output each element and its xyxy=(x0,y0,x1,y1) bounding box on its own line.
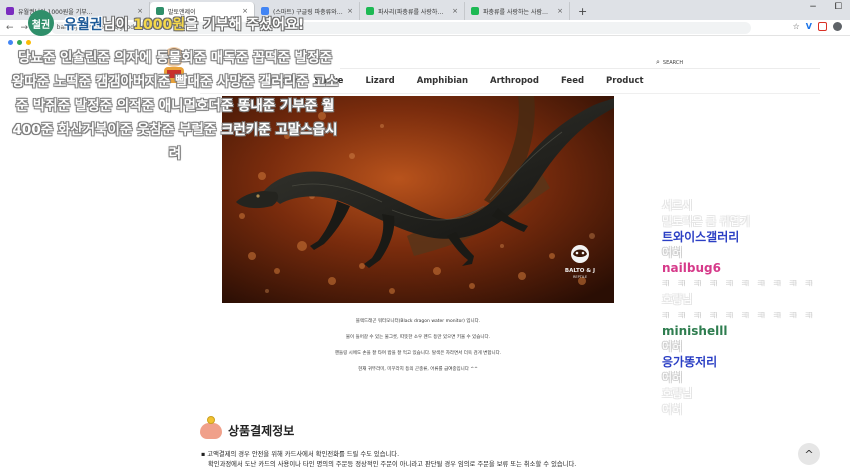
site-search[interactable]: ⌕ SEARCH xyxy=(656,58,683,67)
chat-message: 어허 xyxy=(662,371,683,384)
chat-message: 어허 xyxy=(662,403,683,416)
chat-username: minishelll xyxy=(662,324,728,338)
bookmark-dot-icon[interactable] xyxy=(26,39,31,45)
donation-text-post: 을 기부해 주셨어요! xyxy=(185,17,305,33)
nav-item-feed[interactable]: Feed xyxy=(561,76,584,86)
nav-item-arthropod[interactable]: Arthropod xyxy=(490,76,539,86)
logo-subtext: REPTILE xyxy=(573,275,587,279)
extension-red-icon[interactable] xyxy=(818,22,827,31)
chat-message: 호랑님 xyxy=(662,293,693,306)
product-description: 블랙드래곤 워터모니터(Black dragon water monitor) … xyxy=(222,318,614,382)
chat-username: 응가똥저리 xyxy=(662,355,718,369)
header-divider xyxy=(340,68,820,69)
extension-v-icon[interactable]: V xyxy=(806,22,812,31)
tab-favicon-icon xyxy=(6,7,14,15)
description-line: 현재 귀뚜라미, 미꾸라지 등의 곤충류, 어류를 급여중입니다 ^^ xyxy=(358,367,478,372)
payment-line: 고액결제의 경우 안전을 위해 카드사에서 확인전화를 드릴 수도 있습니다. xyxy=(207,451,400,458)
nav-item-product[interactable]: Product xyxy=(606,76,644,86)
payment-info-heading: 상품결제정보 xyxy=(200,415,295,439)
chat-username: 트와이스갤러리 xyxy=(662,230,740,244)
bookmark-dot-icon[interactable] xyxy=(17,39,22,45)
coin-icon xyxy=(207,415,215,424)
chat-username: nailbug6 xyxy=(662,261,721,275)
chat-message: ㅋ ㅋ ㅋ ㅋ ㅋ ㅋ ㅋ ㅋ ㅋ ㅋ xyxy=(662,279,816,288)
donation-badge: 철권 xyxy=(28,10,54,36)
screen: 유월권님이 1000원을 기부... × 발토앤제이 × (스마트) 구글링 파… xyxy=(0,0,850,476)
chat-message: 서르시 xyxy=(662,199,693,212)
nav-item-amphibian[interactable]: Amphibian xyxy=(417,76,468,86)
tab-title: 파충류를 사랑하는 사람들의 모... xyxy=(483,8,554,16)
donation-headline: 유월권님이 1000원을 기부해 주셨어요! xyxy=(64,14,304,34)
piggy-bank-icon xyxy=(200,415,222,439)
donation-amount: 1000원 xyxy=(133,17,186,33)
extensions-bar: ☆ V xyxy=(793,22,842,31)
tab-close-icon[interactable]: × xyxy=(347,7,353,15)
browser-tab[interactable]: 파사리(파충류를 사랑하는 사... × xyxy=(360,2,465,20)
tab-favicon-icon xyxy=(366,7,374,15)
chat-message: 호랑님 xyxy=(662,387,693,400)
stream-chat-overlay: 서르시 밀토릭은 큼 귀엽기 트와이스갤러리 어허 nailbug6 ㅋ ㅋ ㅋ… xyxy=(662,198,842,418)
description-line: 물이 들어갈 수 있는 물그릇, 따뜻한 소우 펜드 등만 있으면 키울 수 있… xyxy=(345,335,491,340)
tab-title: 파사리(파충류를 사랑하는 사... xyxy=(378,8,448,16)
maximize-button[interactable]: ⧠ xyxy=(835,2,842,12)
nav-item-lizard[interactable]: Lizard xyxy=(365,76,394,86)
donation-text-pre: 님이 xyxy=(102,17,134,33)
payment-info-text: ▪ 고액결제의 경우 안전을 위해 카드사에서 확인전화를 드릴 수도 있습니다… xyxy=(201,450,576,470)
donation-message: 당뇨준 인슐린준 의자에 동물회준 매독준 꼽떡준 발정준 왕따준 노떡준 캠갬… xyxy=(11,50,339,162)
chat-message: 어허 xyxy=(662,246,683,259)
chevron-up-icon: ^ xyxy=(804,447,814,461)
new-tab-button[interactable]: + xyxy=(570,2,595,20)
search-icon: ⌕ xyxy=(656,58,660,66)
minimize-button[interactable]: − xyxy=(809,2,817,12)
profile-avatar-icon[interactable] xyxy=(833,22,842,31)
payment-title: 상품결제정보 xyxy=(228,424,295,438)
description-line: 핸들링 시에도 손을 잘 타며 밥을 잘 먹고 있습니다. 탈색은 자라면서 더… xyxy=(334,351,502,356)
tab-favicon-icon xyxy=(471,7,479,15)
tab-close-icon[interactable]: × xyxy=(452,7,458,15)
chat-message: 어허 xyxy=(662,340,683,353)
bookmark-star-icon[interactable]: ☆ xyxy=(793,22,800,31)
search-label: SEARCH xyxy=(662,59,684,66)
payment-line: 확인과정에서 도난 카드의 사용이나 타인 명의의 주문등 정상적인 주문이 아… xyxy=(208,461,577,468)
chat-message: 밀토릭은 큼 귀엽기 xyxy=(662,215,750,228)
donor-name: 유월권 xyxy=(64,17,103,33)
bookmark-dot-icon[interactable] xyxy=(8,39,13,45)
logo-text: BALTO & J xyxy=(565,268,595,274)
chat-message: ㅋ ㅋ ㅋ ㅋ ㅋ ㅋ ㅋ ㅋ ㅋ ㅋ xyxy=(662,311,816,320)
browser-tab[interactable]: 파충류를 사랑하는 사람들의 모... × xyxy=(465,2,570,20)
scroll-top-button[interactable]: ^ xyxy=(798,443,820,465)
back-icon[interactable]: ← xyxy=(6,23,14,33)
window-controls: − ⧠ xyxy=(809,2,842,12)
tab-close-icon[interactable]: × xyxy=(557,7,563,15)
forward-icon[interactable]: → xyxy=(21,23,29,33)
description-line: 블랙드래곤 워터모니터(Black dragon water monitor) … xyxy=(355,319,481,324)
